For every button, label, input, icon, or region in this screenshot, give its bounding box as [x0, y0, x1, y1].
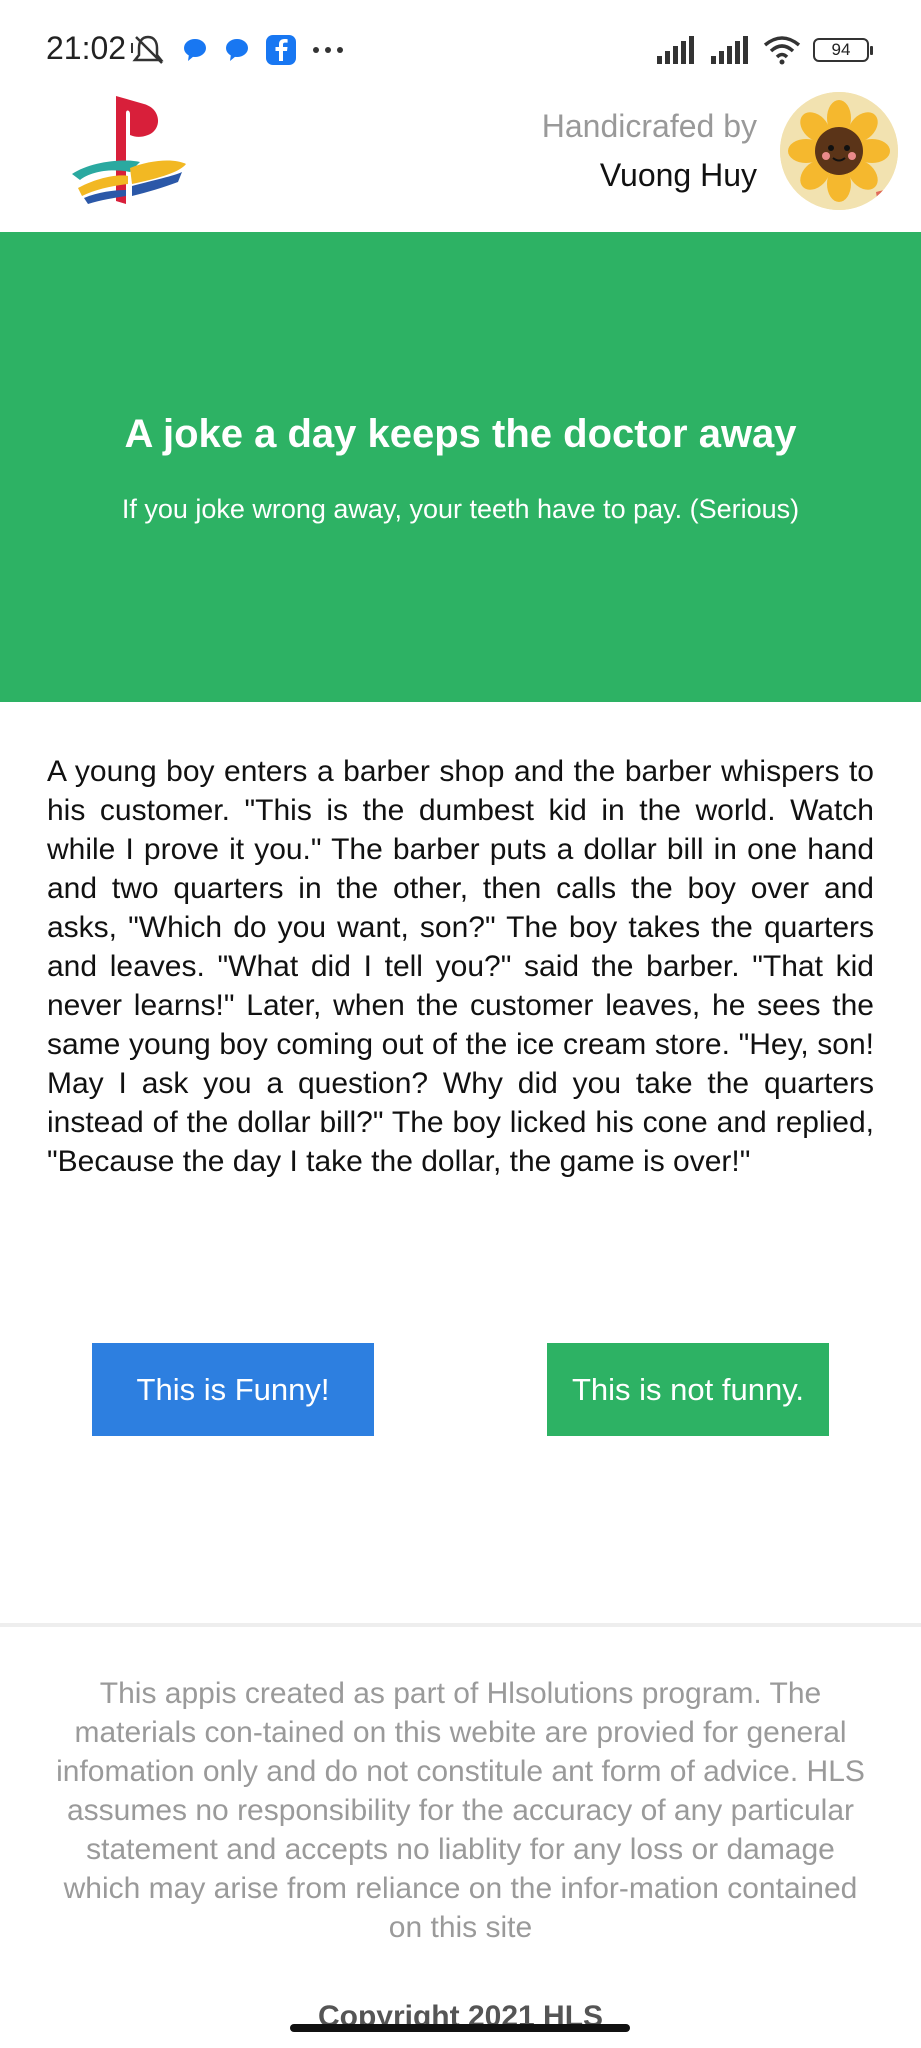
credit-label: Handicrafed by [541, 108, 757, 144]
hero-subtitle: If you joke wrong away, your teeth have … [121, 494, 800, 524]
messenger-icon [184, 39, 206, 61]
mute-icon [131, 35, 164, 64]
messenger-icon [226, 39, 248, 61]
battery-icon: 94 [813, 38, 873, 62]
hero-title: A joke a day keeps the doctor away [124, 412, 797, 456]
avatar [780, 92, 898, 210]
joke-text: A young boy enters a barber shop and the… [47, 755, 874, 1178]
footer-disclaimer: This appis created as part of Hlsolution… [56, 1677, 865, 1944]
signal-icon [711, 36, 748, 64]
funny-button[interactable]: This is Funny! [92, 1343, 374, 1436]
credit-author: Vuong Huy [599, 157, 757, 193]
more-icon [313, 47, 343, 53]
credit: Handicrafed by Vuong Huy [542, 108, 757, 194]
hero-banner: A joke a day keeps the doctor away If yo… [0, 232, 921, 702]
status-time: 21:02 [46, 30, 127, 66]
playstation-logo [72, 96, 186, 204]
wifi-icon [763, 36, 801, 65]
status-icons-left [130, 30, 344, 70]
footer-divider [0, 1623, 921, 1627]
home-indicator[interactable] [290, 2024, 630, 2032]
signal-icon [657, 36, 694, 64]
facebook-icon [266, 35, 296, 65]
status-bar: 21:02 94 [0, 0, 921, 92]
not-funny-button[interactable]: This is not funny. [547, 1343, 829, 1436]
sunflower-icon [780, 92, 898, 210]
status-icons-right: 94 [655, 30, 873, 70]
header: Handicrafed by Vuong Huy [0, 92, 921, 232]
